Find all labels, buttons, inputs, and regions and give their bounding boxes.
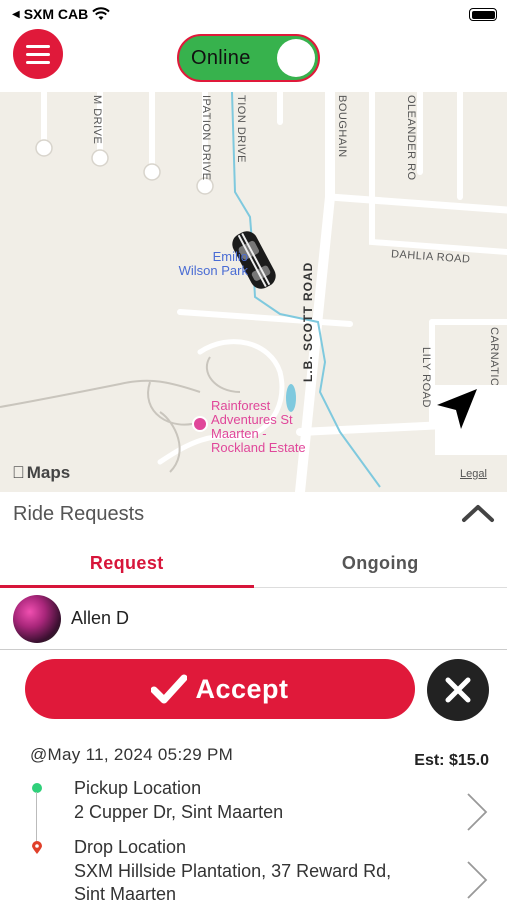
drop-title: Drop Location <box>74 837 187 857</box>
drop-chevron-right-icon[interactable] <box>465 860 489 900</box>
panel-title: Ride Requests <box>13 502 145 525</box>
back-arrow-icon[interactable]: ◀ <box>12 9 20 20</box>
rider-name: Allen D <box>71 608 130 628</box>
poi-label-line: Rockland Estate <box>211 440 306 455</box>
pickup-chevron-right-icon[interactable] <box>465 792 489 832</box>
status-bar: ◀ SXM CAB <box>0 0 507 28</box>
fare-estimate: Est: $15.0 <box>414 752 489 769</box>
request-datetime: @May 11, 2024 05:29 PM <box>30 745 234 764</box>
ride-requests-header[interactable]: Ride Requests <box>0 492 507 536</box>
poi-label-line: Maarten - <box>211 426 267 441</box>
avatar <box>13 594 61 643</box>
drop-address-line: Sint Maarten <box>74 884 177 900</box>
street-label: L.B. SCOTT ROAD <box>301 261 315 382</box>
decline-button[interactable] <box>427 659 489 721</box>
legal-link[interactable]: Legal <box>460 468 487 480</box>
poi-label-line: Adventures St <box>211 412 293 427</box>
drop-pin-icon <box>32 841 42 854</box>
street-label: TION DRIVE <box>235 95 247 163</box>
ride-tabs: Request Ongoing <box>0 540 507 588</box>
battery-icon <box>469 8 497 21</box>
carrier: ◀ SXM CAB <box>12 6 110 22</box>
drop-address: SXM Hillside Plantation, 37 Reward Rd, S… <box>74 860 434 900</box>
tab-request[interactable]: Request <box>0 540 254 588</box>
street-label: LILY ROAD <box>420 347 432 408</box>
route-line <box>36 792 37 844</box>
street-label: M DRIVE <box>91 95 103 145</box>
navigation-arrow-icon <box>437 389 477 429</box>
apple-icon:  <box>12 463 25 483</box>
toggle-knob[interactable] <box>277 39 315 77</box>
accept-button[interactable]: Accept <box>25 659 415 719</box>
maps-logo-text: Maps <box>14 463 70 482</box>
apple-maps-logo:  Maps <box>12 463 70 483</box>
drop-address-line: SXM Hillside Plantation, 37 Reward Rd, <box>74 861 392 881</box>
park-label-line: Wilson Park <box>178 263 248 278</box>
poi-marker-icon[interactable] <box>192 416 208 432</box>
street-label: IPATION DRIVE <box>200 95 212 181</box>
close-icon <box>445 677 471 703</box>
park-label-line: Emilio <box>212 249 248 264</box>
pickup-dot-icon <box>32 783 42 793</box>
accept-label: Accept <box>195 673 289 704</box>
street-label: CARNATIO <box>488 327 500 388</box>
online-toggle[interactable]: Online <box>177 34 320 82</box>
app-screen: ◀ SXM CAB Online M DRIVE IPATION DRIVE T… <box>0 0 507 900</box>
rider-row: Allen D <box>0 588 507 650</box>
recenter-button[interactable] <box>435 385 507 455</box>
pickup-address: 2 Cupper Dr, Sint Maarten <box>74 802 284 822</box>
chevron-up-icon[interactable] <box>461 501 495 525</box>
map-view[interactable]: M DRIVE IPATION DRIVE TION DRIVE BOUGHAI… <box>0 92 507 492</box>
street-label: OLEANDER RO <box>405 95 417 181</box>
carrier-label: SXM CAB <box>23 6 89 22</box>
tab-ongoing[interactable]: Ongoing <box>254 540 507 587</box>
hamburger-menu-icon[interactable] <box>13 29 63 79</box>
online-label: Online <box>191 46 251 69</box>
pickup-title: Pickup Location <box>74 778 202 798</box>
wifi-icon <box>92 7 110 20</box>
street-label: BOUGHAIN <box>336 95 348 158</box>
park-label: Emilio Wilson Park <box>168 250 248 278</box>
poi-label: Rainforest Adventures St Maarten - Rockl… <box>211 399 306 455</box>
checkmark-icon <box>151 674 188 704</box>
poi-label-line: Rainforest <box>211 398 271 413</box>
